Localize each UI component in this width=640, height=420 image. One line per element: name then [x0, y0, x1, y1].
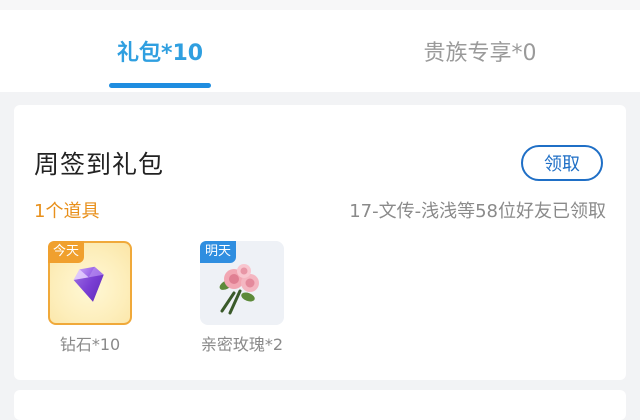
gift-item-diamond[interactable]: 今天 [48, 241, 132, 325]
gift-label-diamond: 钻石*10 [59, 335, 121, 354]
gift-item-rose[interactable]: 明天 [200, 241, 284, 325]
next-card [14, 390, 626, 420]
card-title: 周签到礼包 [34, 150, 165, 179]
tab-noble-exclusive[interactable]: 贵族专享*0 [320, 10, 640, 92]
today-badge: 今天 [48, 241, 85, 263]
gift-label-rose: 亲密玫瑰*2 [200, 335, 284, 354]
weekly-signin-card: 周签到礼包 领取 1个道具 17-文传-浅浅等58位好友已领取 今天 钻石*10 [14, 105, 626, 380]
top-strip [0, 0, 640, 10]
tab-gift-pack[interactable]: 礼包*10 [0, 10, 320, 92]
tomorrow-badge: 明天 [200, 241, 237, 263]
tab-gift-pack-label: 礼包*10 [116, 41, 204, 66]
active-tab-indicator [109, 83, 211, 88]
claim-button[interactable]: 领取 [521, 145, 603, 181]
item-count: 1个道具 [34, 201, 100, 222]
tab-bar: 礼包*10 贵族专享*0 [0, 10, 640, 92]
friends-claimed-info: 17-文传-浅浅等58位好友已领取 [349, 201, 606, 222]
tab-noble-exclusive-label: 贵族专享*0 [423, 41, 537, 66]
